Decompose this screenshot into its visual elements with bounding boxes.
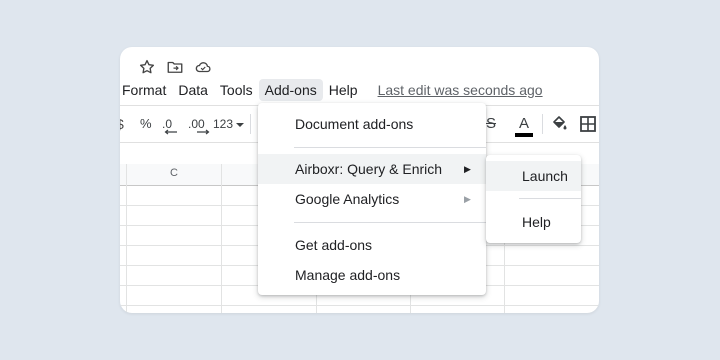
text-color-label: A (518, 115, 529, 132)
number-format-label: 123 (213, 117, 234, 131)
currency-format-button[interactable]: $ (120, 115, 124, 133)
submenu-divider (519, 198, 581, 199)
submenu-arrow-icon: ▶ (464, 194, 471, 204)
menu-item-label: Airboxr: Query & Enrich (295, 161, 443, 177)
submenu-item-help[interactable]: Help (486, 207, 581, 237)
text-color-swatch (515, 133, 533, 137)
fill-color-icon[interactable] (550, 115, 568, 133)
submenu-item-label: Launch (522, 168, 568, 184)
decrease-decimal-button[interactable]: .0 (162, 115, 177, 135)
submenu-item-launch[interactable]: Launch (486, 161, 581, 191)
menu-tools[interactable]: Tools (214, 79, 259, 101)
borders-icon[interactable] (579, 115, 597, 133)
menu-item-label: Document add-ons (295, 116, 414, 132)
grid-line (120, 305, 599, 306)
airboxr-submenu: Launch Help (486, 155, 581, 243)
menu-item-label: Manage add-ons (295, 267, 401, 283)
last-edit-link[interactable]: Last edit was seconds ago (378, 82, 543, 98)
submenu-item-label: Help (522, 214, 551, 230)
increase-decimal-button[interactable]: .00 (188, 115, 210, 135)
grid-line (126, 164, 127, 313)
strikethrough-button[interactable]: S (486, 115, 496, 133)
grid-line (221, 164, 222, 313)
caret-down-icon (236, 123, 245, 127)
arrow-right-icon (197, 129, 210, 135)
menu-item-get-add-ons[interactable]: Get add-ons (258, 230, 486, 260)
toolbar-divider (250, 114, 251, 134)
star-icon[interactable] (137, 57, 157, 77)
move-to-folder-icon[interactable] (165, 57, 185, 77)
menu-format[interactable]: Format (120, 79, 172, 101)
arrow-left-icon (164, 129, 177, 135)
menu-divider (294, 147, 486, 148)
menu-item-label: Google Analytics (295, 191, 400, 207)
menu-bar: Format Data Tools Add-ons Help Last edit… (120, 79, 599, 101)
text-color-button[interactable]: A (514, 115, 534, 137)
cloud-saved-icon[interactable] (193, 57, 213, 77)
add-ons-menu: Document add-ons Airboxr: Query & Enrich… (258, 103, 486, 295)
menu-item-label: Get add-ons (295, 237, 373, 253)
number-format-button[interactable]: 123 (213, 115, 245, 133)
title-icons (137, 57, 213, 77)
menu-item-google-analytics[interactable]: Google Analytics ▶ (258, 184, 486, 214)
menu-divider (294, 222, 486, 223)
menu-data[interactable]: Data (172, 79, 214, 101)
column-header-c[interactable]: C (164, 167, 184, 179)
submenu-arrow-icon: ▶ (464, 164, 471, 174)
menu-item-airboxr[interactable]: Airboxr: Query & Enrich ▶ (258, 154, 486, 184)
toolbar-divider-2 (542, 114, 543, 134)
menu-item-document-add-ons[interactable]: Document add-ons (258, 109, 486, 139)
menu-help[interactable]: Help (323, 79, 364, 101)
menu-add-ons[interactable]: Add-ons (258, 79, 323, 101)
menu-item-manage-add-ons[interactable]: Manage add-ons (258, 260, 486, 290)
percent-format-button[interactable]: % (140, 115, 152, 133)
